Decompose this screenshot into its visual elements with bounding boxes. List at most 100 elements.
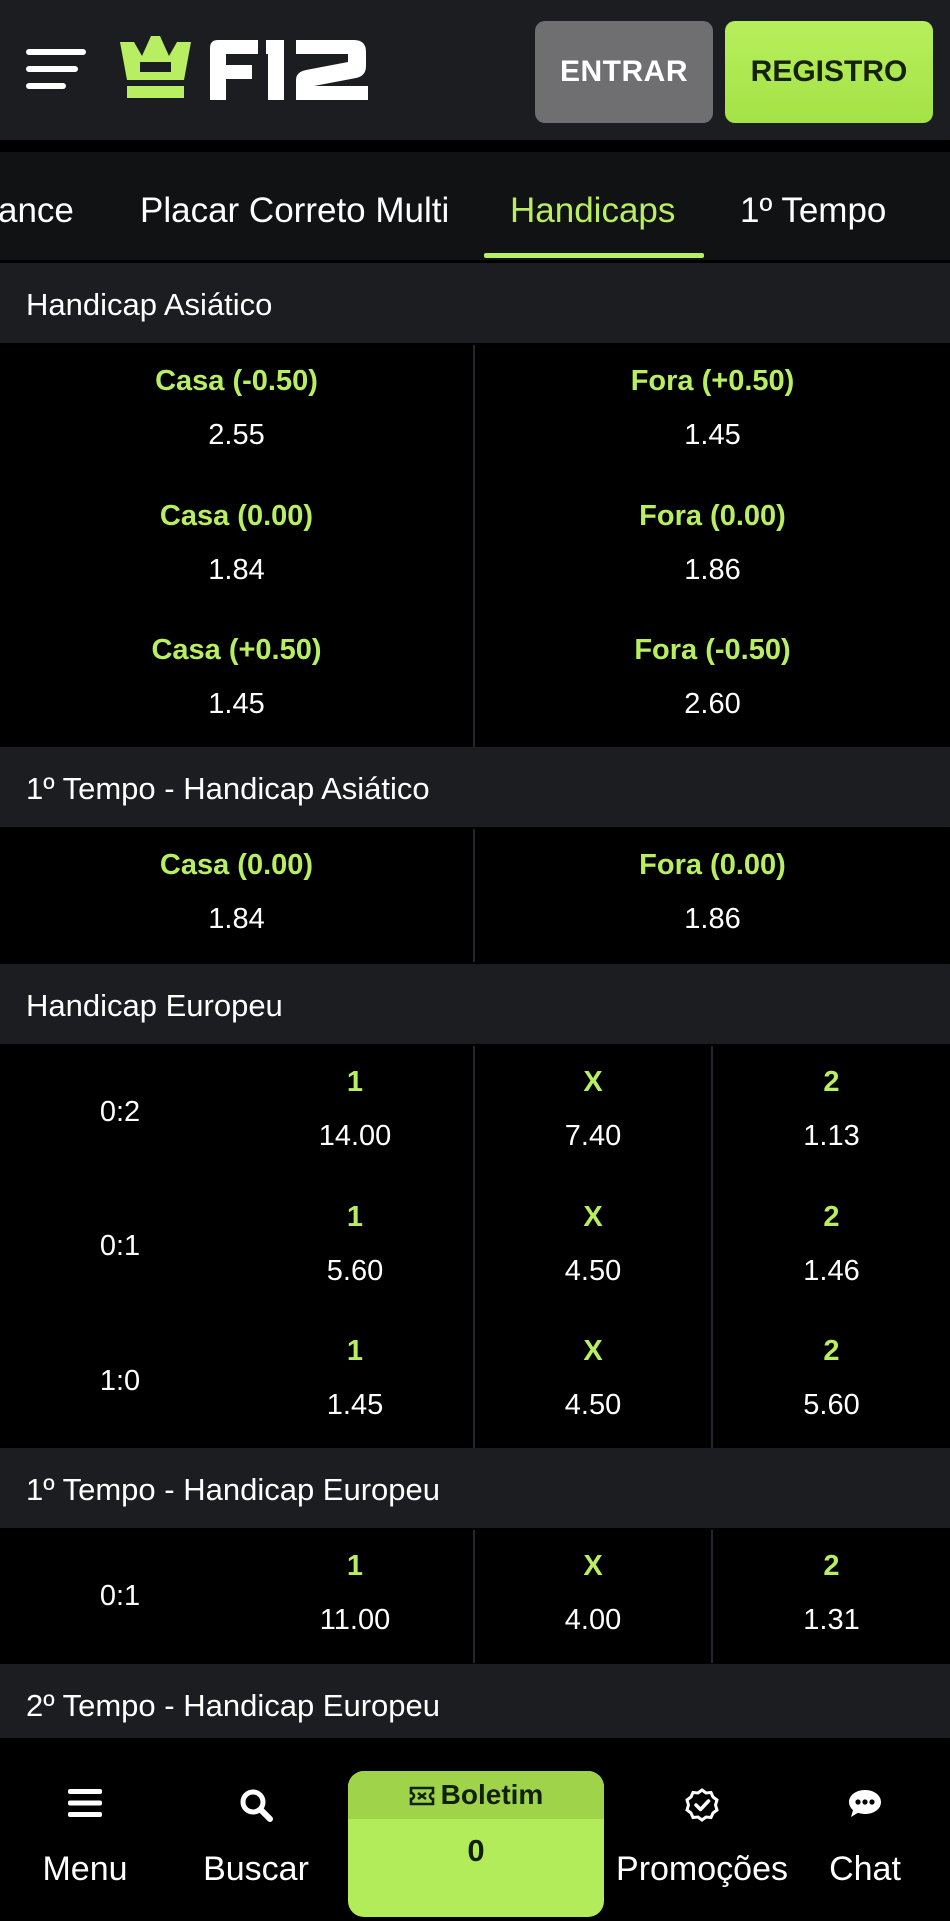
check-circle-icon [685, 1788, 719, 1822]
nav-buscar-label: Buscar [203, 1850, 309, 1888]
odd-button[interactable]: 1 11.00 [240, 1548, 470, 1638]
menu-icon [68, 1789, 102, 1817]
odd-value: 2.55 [208, 419, 265, 451]
market-handicap-asiatico: Casa (-0.50) 2.55 Fora (+0.50) 1.45 Casa… [0, 345, 950, 747]
tab-1-tempo[interactable]: 1º Tempo [740, 152, 886, 260]
odd-label: 2 [823, 1550, 840, 1582]
odd-label: 1 [346, 1201, 364, 1233]
section-1-tempo-handicap-europeu[interactable]: 1º Tempo - Handicap Europeu [0, 1448, 950, 1528]
market-tabs: ance Placar Correto Multi Handicaps 1º T… [0, 152, 950, 260]
odd-label: X [583, 1201, 603, 1233]
odd-button[interactable]: Fora (-0.50) 2.60 [475, 632, 950, 722]
bottom-nav: Menu Buscar Boletim 0 Promoções Chat [0, 1738, 950, 1921]
boletim-count: 0 [467, 1833, 485, 1868]
odd-value: 14.00 [318, 1120, 392, 1152]
odd-button[interactable]: Fora (+0.50) 1.45 [475, 363, 950, 453]
market-1-tempo-handicap-asiatico: Casa (0.00) 1.84 Fora (0.00) 1.86 [0, 829, 950, 962]
section-2-tempo-handicap-europeu[interactable]: 2º Tempo - Handicap Europeu [0, 1664, 950, 1744]
nav-chat-label: Chat [829, 1850, 901, 1888]
odd-button[interactable]: 1 1.45 [240, 1333, 470, 1423]
top-header: ENTRAR REGISTRO [0, 0, 950, 140]
nav-menu[interactable]: Menu [15, 1738, 155, 1921]
odd-label: 1 [346, 1335, 364, 1367]
odd-value: 4.50 [564, 1389, 622, 1421]
odd-label: X [583, 1550, 603, 1582]
odd-value: 2.60 [684, 688, 741, 720]
market-1-tempo-handicap-europeu: 0:1 1 11.00 X 4.00 2 1.31 [0, 1530, 950, 1663]
odd-label: 1 [346, 1550, 364, 1582]
hamburger-icon[interactable] [26, 49, 86, 91]
odd-button[interactable]: X 4.50 [475, 1199, 711, 1289]
registro-button[interactable]: REGISTRO [725, 21, 933, 123]
page: ENTRAR REGISTRO ance Placar Correto Mult… [0, 0, 950, 1921]
nav-promocoes[interactable]: Promoções [612, 1738, 792, 1921]
odd-button[interactable]: X 4.50 [475, 1333, 711, 1423]
odd-button[interactable]: Fora (0.00) 1.86 [475, 847, 950, 937]
boletim-button[interactable]: Boletim 0 [348, 1771, 604, 1917]
odd-value: 1.45 [684, 419, 741, 451]
boletim-header: Boletim [348, 1771, 604, 1819]
section-1-tempo-handicap-asiatico[interactable]: 1º Tempo - Handicap Asiático [0, 747, 950, 827]
odd-value: 1.31 [803, 1604, 860, 1636]
odd-value: 1.45 [326, 1389, 384, 1421]
odd-label: Fora (+0.50) [630, 365, 795, 397]
ticket-icon [409, 1786, 434, 1806]
odd-button[interactable]: 2 1.46 [713, 1199, 950, 1289]
nav-chat[interactable]: Chat [800, 1738, 930, 1921]
odd-value: 11.00 [319, 1604, 391, 1636]
odd-value: 4.00 [564, 1604, 622, 1636]
active-tab-indicator [484, 253, 704, 258]
section-handicap-europeu[interactable]: Handicap Europeu [0, 964, 950, 1044]
odd-value: 7.40 [564, 1120, 622, 1152]
odd-label: Fora (0.00) [639, 500, 786, 532]
odd-button[interactable]: X 4.00 [475, 1548, 711, 1638]
odd-button[interactable]: Casa (0.00) 1.84 [0, 847, 473, 937]
nav-buscar[interactable]: Buscar [186, 1738, 326, 1921]
odd-button[interactable]: Casa (+0.50) 1.45 [0, 632, 473, 722]
nav-promocoes-label: Promoções [616, 1850, 788, 1888]
search-icon [240, 1789, 273, 1822]
odd-button[interactable]: Casa (0.00) 1.84 [0, 498, 473, 588]
odd-value: 4.50 [564, 1255, 622, 1287]
odd-label: 2 [823, 1201, 840, 1233]
odd-value: 1.86 [684, 903, 741, 935]
odd-label: 2 [823, 1335, 840, 1367]
market-handicap-europeu: 0:2 1 14.00 X 7.40 2 1.13 0:1 1 5.60 X 4… [0, 1046, 950, 1448]
odd-label: X [583, 1335, 603, 1367]
brand-logo[interactable] [118, 34, 378, 106]
odd-value: 1.45 [208, 688, 265, 720]
handicap-line: 0:1 [99, 1580, 141, 1612]
entrar-button[interactable]: ENTRAR [535, 21, 713, 123]
odd-button[interactable]: Casa (-0.50) 2.55 [0, 363, 473, 453]
odd-button[interactable]: 1 14.00 [240, 1064, 470, 1154]
tab-placar-correto-multi[interactable]: Placar Correto Multi [140, 152, 449, 260]
odd-value: 1.46 [803, 1255, 860, 1287]
odd-label: Casa (-0.50) [155, 365, 318, 397]
tab-ance[interactable]: ance [0, 152, 74, 260]
odd-button[interactable]: 2 5.60 [713, 1333, 950, 1423]
odd-value: 5.60 [803, 1389, 860, 1421]
odd-label: Fora (-0.50) [634, 634, 791, 666]
handicap-line: 0:1 [99, 1230, 141, 1262]
odd-label: Fora (0.00) [639, 849, 786, 881]
handicap-line: 0:2 [99, 1096, 141, 1128]
nav-menu-label: Menu [42, 1850, 128, 1888]
handicap-line: 1:0 [99, 1365, 141, 1397]
odd-button[interactable]: X 7.40 [475, 1064, 711, 1154]
tab-handicaps[interactable]: Handicaps [510, 152, 675, 260]
odd-button[interactable]: 1 5.60 [240, 1199, 470, 1289]
odd-button[interactable]: 2 1.31 [713, 1548, 950, 1638]
odd-value: 1.84 [208, 903, 265, 935]
odd-value: 1.84 [208, 554, 265, 586]
odd-label: 1 [346, 1066, 364, 1098]
odd-label: Casa (+0.50) [151, 634, 322, 666]
chat-bubble-icon [849, 1790, 881, 1817]
crown-icon [120, 36, 368, 100]
odd-label: Casa (0.00) [159, 849, 314, 881]
odd-label: 2 [823, 1066, 840, 1098]
odd-button[interactable]: 2 1.13 [713, 1064, 950, 1154]
odd-value: 1.13 [803, 1120, 860, 1152]
odd-value: 5.60 [326, 1255, 384, 1287]
section-handicap-asiatico[interactable]: Handicap Asiático [0, 263, 950, 343]
odd-button[interactable]: Fora (0.00) 1.86 [475, 498, 950, 588]
